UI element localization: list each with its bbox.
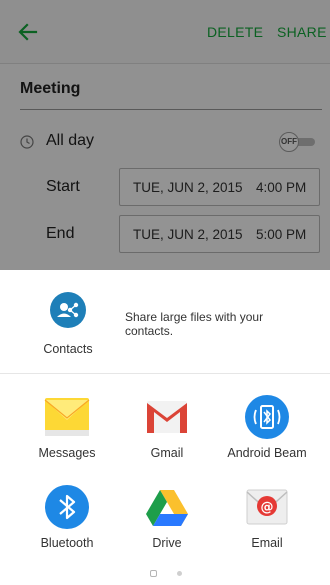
app-label: Bluetooth <box>40 536 94 550</box>
svg-text:@: @ <box>261 500 274 515</box>
direct-share-section: Contacts Share large files with your con… <box>0 270 330 374</box>
gmail-icon <box>147 401 187 433</box>
share-target-messages[interactable]: Messages <box>22 382 112 462</box>
share-sheet: Contacts Share large files with your con… <box>0 270 330 585</box>
contacts-share-icon <box>50 292 86 328</box>
email-icon: @ <box>246 489 288 525</box>
messages-icon <box>44 398 90 436</box>
share-target-android-beam[interactable]: Android Beam <box>222 382 312 462</box>
contacts-share-target[interactable]: Contacts <box>30 292 106 362</box>
page-dot-active <box>150 570 157 577</box>
share-target-gmail[interactable]: Gmail <box>122 382 212 462</box>
page-dot <box>177 571 182 576</box>
bluetooth-icon <box>45 485 89 529</box>
contacts-label: Contacts <box>43 342 93 356</box>
android-beam-icon <box>245 395 289 439</box>
share-app-grid: Messages Gmail Android Beam Bluetooth Dr… <box>0 374 330 554</box>
app-label: Gmail <box>150 446 184 460</box>
share-target-email[interactable]: @ Email <box>222 472 312 552</box>
app-label: Messages <box>38 446 96 460</box>
share-target-bluetooth[interactable]: Bluetooth <box>22 472 112 552</box>
page-indicator <box>150 570 190 580</box>
share-description: Share large files with your contacts. <box>125 310 264 338</box>
app-label: Email <box>251 536 283 550</box>
app-label: Android Beam <box>227 446 307 460</box>
app-label: Drive <box>152 536 182 550</box>
share-target-drive[interactable]: Drive <box>122 472 212 552</box>
drive-icon <box>146 490 188 526</box>
